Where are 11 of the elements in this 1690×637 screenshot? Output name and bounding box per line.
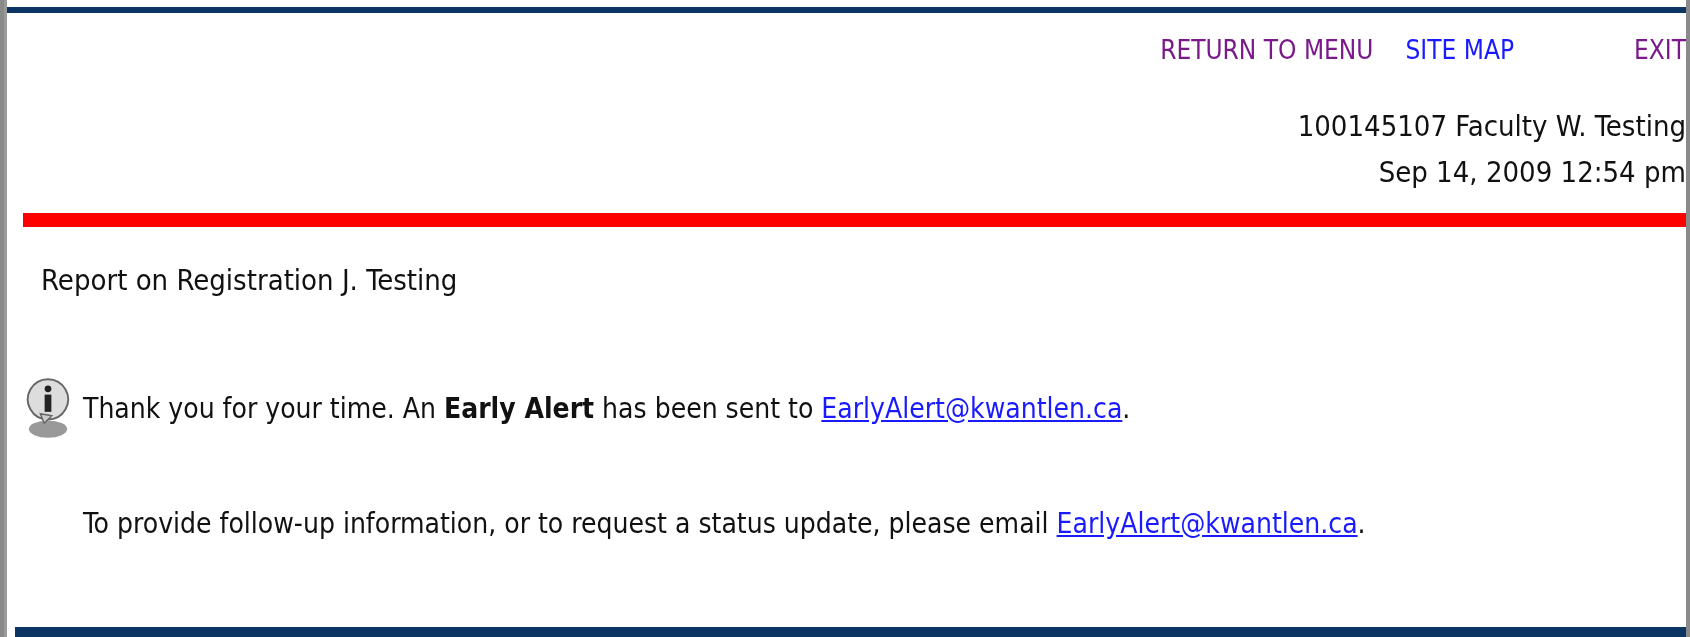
email-link[interactable]: EarlyAlert@kwantlen.ca: [821, 391, 1123, 425]
info-icon: [25, 377, 71, 439]
nav-link[interactable]: SITE MAP: [1405, 37, 1514, 63]
date-time: Sep 14, 2009 12:54 pm: [1378, 154, 1686, 191]
nav-link[interactable]: RETURN TO MENU: [1160, 37, 1374, 63]
page-title: Report on Registration J. Testing: [41, 263, 459, 297]
email-link[interactable]: EarlyAlert@kwantlen.ca: [1056, 507, 1358, 540]
message-text: Thank you for your time. An Early Alert has been sent to EarlyAlert@kwantlen.ca.: [83, 391, 1131, 425]
nav-link[interactable]: EXIT: [1634, 37, 1686, 63]
user-id-name: 100145107 Faculty W. Testing: [1297, 108, 1686, 145]
message-text: To provide follow-up information, or to request a status update, please email EarlyAlert@kwantlen.ca.: [83, 507, 1366, 540]
